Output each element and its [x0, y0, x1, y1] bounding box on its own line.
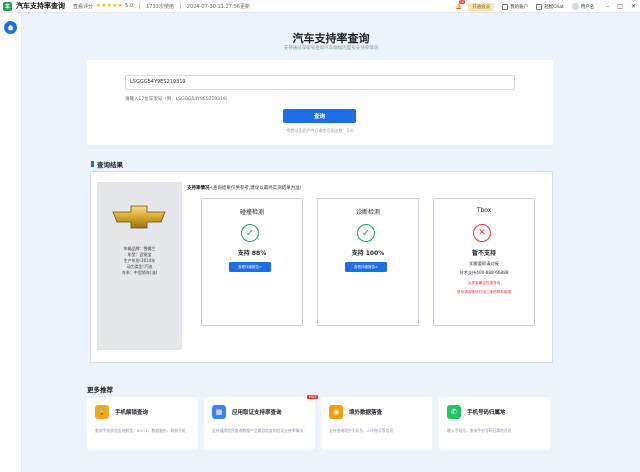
- check-icon: ✓: [241, 224, 259, 242]
- support-rate-label: 支持率情况: [187, 186, 210, 191]
- collision-title: 碰撞检测: [239, 209, 264, 216]
- car-info-text: 车辆品牌：雪佛兰 车型：迈锐宝 生产年份:2014年 动力类型:汽油 车系：中型…: [103, 246, 176, 276]
- notification-badge: 10: [458, 0, 466, 4]
- app-icon: ▦: [212, 405, 226, 419]
- tbox-title: Tbox: [476, 207, 492, 214]
- chevrolet-logo-icon: [112, 205, 166, 229]
- hot-badge: HOT: [307, 395, 318, 399]
- diagnosis-value: 支持 100%: [351, 250, 385, 257]
- tbox-red1: 为提高兼容性请咨询: [467, 281, 501, 285]
- chat-label: 轻松Chat: [544, 4, 564, 10]
- support-rate-title: 支持率情况-(查询结果仅供参考,建议以最终实测结果为准): [187, 185, 302, 191]
- diagnosis-title: 诊断检测: [355, 209, 380, 216]
- app-logo-icon: 车: [3, 1, 12, 11]
- result-title-text: 查询结果: [97, 161, 123, 169]
- recommend-card-unlock[interactable]: 🔓 手机解锁查询 查询手机状态支持解锁，ROOT，数据备份，刷新手机: [87, 397, 198, 450]
- tbox-line2: 技术支持400-888-66888: [459, 270, 509, 275]
- rating-label[interactable]: 查看评分: [73, 3, 93, 10]
- vin-input[interactable]: LSGGG54Y9ES219319: [125, 75, 515, 90]
- recommend-card-overseas[interactable]: ◉ 境外数据落查 支持查询境外手机号、APP账号等信息: [321, 397, 432, 450]
- topbar-right: 🔔 10 开通会员 我的账户 轻松Chat 用户名 – □ ✕: [455, 0, 640, 13]
- tbox-value: 暂不支持: [471, 250, 496, 257]
- recommend-title: 应用取证支持率查询: [232, 410, 282, 416]
- page-subtitle: 支持通过车架号查询汽车数据的型号支持率情况: [283, 46, 379, 51]
- recommend-desc: 输入手机号，查询手机号码归属地信息: [447, 428, 512, 433]
- unlock-icon: 🔓: [95, 405, 109, 419]
- account-icon: [502, 3, 509, 10]
- recommend-desc: 支持查询境外手机号、APP账号等信息: [329, 428, 394, 433]
- search-card: LSGGG54Y9ES219319 请输入17位车架号（例：LSGGG54Y9E…: [87, 60, 553, 145]
- app-title: 汽车支持率查询: [16, 2, 65, 10]
- collision-report-button[interactable]: 查看详细报告>: [229, 262, 271, 272]
- vin-hint: 请输入17位车架号（例：LSGGG54Y9ES219319）: [125, 97, 231, 102]
- recommend-title: 手机号码归属地: [467, 410, 506, 416]
- result-section-title: 查询结果: [91, 159, 123, 169]
- tbox-red2: 联系请用微信扫描二维码联系客服: [457, 290, 511, 294]
- user-menu[interactable]: 用户名: [571, 3, 595, 10]
- recommend-desc: 查询手机状态支持解锁，ROOT，数据备份，刷新手机: [95, 428, 186, 433]
- car-info-panel: 车辆品牌：雪佛兰 车型：迈锐宝 生产年份:2014年 动力类型:汽油 车系：中型…: [97, 182, 182, 350]
- check-icon: ✓: [357, 224, 375, 242]
- user-name: 用户名: [580, 4, 595, 10]
- query-button[interactable]: 查询: [283, 109, 356, 123]
- avatar: [571, 3, 579, 10]
- support-rate-note: -(查询结果仅供参考,建议以最终实测结果为准): [209, 186, 302, 191]
- tbox-card: Tbox ✕ 暂不支持 如需要帮请对接 技术支持400-888-66888 为提…: [433, 198, 535, 326]
- account-link[interactable]: 我的账户: [502, 3, 529, 10]
- collision-card: 碰撞检测 ✓ 支持 88% 查看详细报告>: [201, 198, 303, 326]
- result-panel: 车辆品牌：雪佛兰 车型：迈锐宝 生产年份:2014年 动力类型:汽油 车系：中型…: [90, 171, 553, 363]
- update-time: 2024-07-30 11:27:56更新: [186, 3, 250, 10]
- chat-icon: [536, 3, 543, 10]
- sidebar: [0, 13, 22, 472]
- section-marker: [91, 161, 94, 167]
- more-title: 更多推荐: [87, 386, 113, 394]
- page-title: 汽车支持率查询: [292, 32, 370, 45]
- maximize-icon[interactable]: □: [617, 3, 623, 10]
- recommend-title: 境外数据落查: [349, 410, 383, 416]
- rating-stars: ★★★★★: [96, 3, 124, 9]
- vip-button[interactable]: 开通会员: [468, 2, 495, 11]
- diagnosis-card: 诊断检测 ✓ 支持 100% 查看详细报告>: [317, 198, 419, 326]
- home-icon[interactable]: [4, 21, 17, 34]
- cross-icon: ✕: [473, 224, 491, 242]
- globe-icon: ◉: [329, 405, 343, 419]
- remaining-count: 免费试用用户今日剩余可用次数：5次: [286, 128, 354, 133]
- divider: [179, 3, 181, 9]
- collision-value: 支持 88%: [237, 250, 267, 257]
- minimize-icon[interactable]: –: [606, 3, 609, 10]
- chat-link[interactable]: 轻松Chat: [536, 3, 564, 10]
- recommend-desc: 支持通用程序查询数据产品兼容程度的验证支持率情况: [212, 428, 304, 433]
- divider: [139, 3, 141, 9]
- tbox-line1: 如需要帮请对接: [469, 261, 499, 266]
- recommend-card-app[interactable]: ▦ 应用取证支持率查询 支持通用程序查询数据产品兼容程度的验证支持率情况 HOT: [204, 395, 318, 450]
- usage-count: 1733次使用: [146, 3, 174, 10]
- recommend-title: 手机解锁查询: [115, 410, 149, 416]
- bell-icon[interactable]: 🔔 10: [455, 0, 466, 10]
- diagnosis-report-button[interactable]: 查看详细报告>: [345, 262, 387, 272]
- car-series: 车系：中型轿车(油): [121, 270, 158, 275]
- phone-icon: ✆: [447, 405, 461, 419]
- close-icon[interactable]: ✕: [631, 3, 636, 10]
- recommend-card-phone[interactable]: ✆ 手机号码归属地 输入手机号，查询手机号码归属地信息: [439, 397, 550, 450]
- rating-score: 5.0: [125, 3, 134, 9]
- account-label: 我的账户: [510, 4, 529, 10]
